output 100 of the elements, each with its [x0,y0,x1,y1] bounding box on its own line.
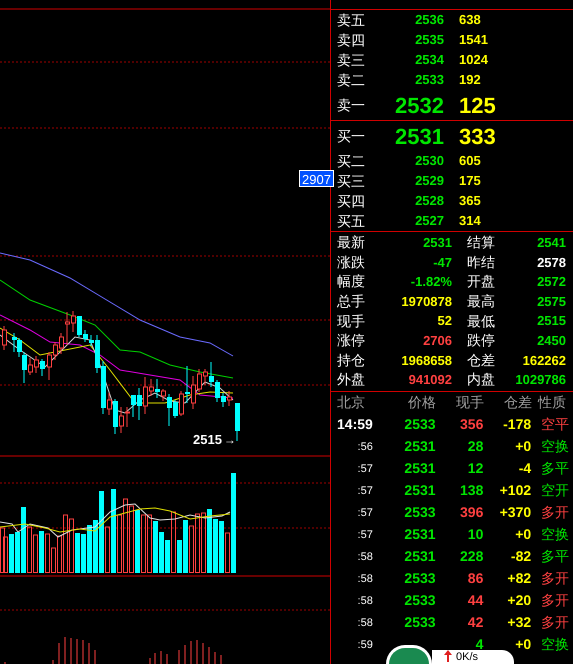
trade-time: :58 [356,594,373,608]
stat-value: 2531 [422,234,452,252]
column-header: 性质 [536,393,567,412]
open-interest-change: -178 [502,415,532,434]
trade-nature: 空换 [540,635,570,654]
trade-volume: 28 [466,437,484,456]
trade-nature: 空开 [540,481,570,500]
level-label: 买五 [336,212,366,230]
open-interest-change: +32 [506,613,532,632]
open-interest-change: -4 [518,459,532,478]
trade-volume: 356 [459,415,484,434]
open-interest-change: -82 [510,547,532,566]
trade-time: :58 [356,550,373,564]
stat-label: 涨停 [337,331,366,350]
stat-value: 2450 [536,332,566,350]
level-label: 卖三 [336,50,366,70]
trade-price: 2531 [403,525,436,544]
trade-nature: 多开 [540,503,570,522]
level-label: 买四 [336,192,366,210]
trade-volume: 42 [466,613,484,632]
stat-value: 2541 [536,234,566,252]
order-volume: 638 [458,11,481,30]
trade-volume: 138 [459,481,484,500]
stat-label: 最高 [467,292,496,312]
column-header: 北京 [336,393,366,412]
up-arrow-icon [444,650,452,662]
trade-price: 2533 [403,415,436,434]
stat-label: 开盘 [467,272,496,292]
trade-nature: 空平 [540,415,570,434]
bid-ask-price: 2533 [414,71,444,90]
order-volume: 1541 [458,31,488,50]
bid-ask-price: 2536 [414,11,444,30]
order-volume: 192 [458,71,481,90]
trade-nature: 多开 [540,591,570,610]
stat-value: 941092 [408,371,452,390]
open-interest-change: +82 [506,569,532,588]
bid-ask-price: 2529 [414,172,444,190]
column-header: 现手 [455,393,484,412]
stat-value: 1970878 [400,292,452,311]
low-price-label: 2515 [193,432,222,448]
trade-price: 2533 [403,503,436,522]
order-volume: 333 [458,122,496,150]
trade-nature: 多平 [540,459,570,478]
trade-time: :57 [356,462,373,476]
stat-value: 2706 [422,332,452,350]
trade-time: :57 [356,484,373,498]
bid-ask-price: 2528 [414,192,444,210]
trade-volume: 12 [466,459,484,478]
stat-label: 仓差 [467,350,496,370]
stat-label: 昨结 [467,252,496,272]
stat-label: 结算 [467,233,496,252]
stat-label: 总手 [337,292,366,312]
trade-time: :58 [356,572,373,586]
stat-label: 现手 [337,312,366,331]
bid-ask-price: 2534 [414,51,444,70]
open-interest-change: +370 [498,503,532,522]
trade-price: 2531 [403,481,436,500]
stat-label: 外盘 [337,370,366,390]
bid-ask-price: 2530 [414,152,444,170]
stat-value: 2515 [536,312,566,330]
level-label: 卖一 [336,96,366,114]
bid-ask-price: 2532 [394,92,444,120]
order-volume: 365 [458,192,481,210]
trade-volume: 4 [476,635,484,652]
trade-time: :58 [356,616,373,630]
bid-ask-price: 2527 [414,212,444,230]
trade-nature: 多平 [540,547,570,566]
trade-volume: 44 [466,591,484,610]
stat-value: 2578 [536,254,566,272]
stat-value: 1968658 [400,352,452,370]
trade-volume: 228 [459,547,484,566]
network-widget[interactable]: 0K/s [432,650,514,664]
stat-label: 内盘 [467,370,496,390]
stat-value: 162262 [522,352,566,370]
level-label: 卖二 [336,70,366,90]
trade-price: 2531 [403,547,436,566]
trade-price: 2533 [403,591,436,610]
trade-volume: 396 [459,503,484,522]
bid-ask-price: 2535 [414,31,444,50]
trade-price: 2531 [403,459,436,478]
trade-time: :57 [356,528,373,542]
stat-label: 跌停 [467,331,496,350]
open-interest-change: +102 [498,481,532,500]
trade-time: :59 [356,638,373,652]
level-label: 买一 [336,126,366,146]
order-volume: 175 [458,172,481,190]
trade-nature: 多开 [540,569,570,588]
arrow-glyph: → [224,432,236,448]
stat-label: 最新 [337,233,366,252]
order-volume: 1024 [458,51,488,70]
open-interest-change: +0 [514,437,532,456]
stat-label: 最低 [467,312,496,331]
trade-price: 2533 [403,613,436,632]
stat-value: 2572 [536,273,566,292]
trade-nature: 空换 [540,437,570,456]
level-label: 卖四 [336,30,366,50]
trade-volume: 10 [466,525,484,544]
trade-nature: 空换 [540,525,570,544]
stat-value: -1.82% [410,273,452,292]
network-speed: 0K/s [456,650,478,663]
